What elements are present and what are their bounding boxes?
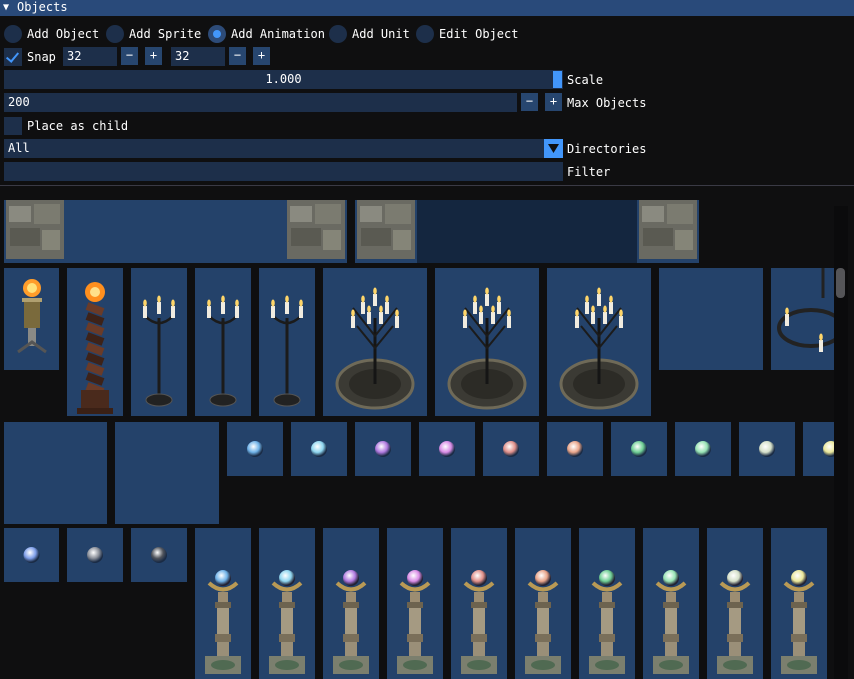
radio-label: Add Sprite [129, 27, 202, 41]
palette-item-orb-pedestal-sprite[interactable] [451, 528, 507, 679]
snap-y-input[interactable]: 32 [171, 47, 225, 66]
palette-item-candelabra-sprite[interactable] [259, 268, 315, 416]
scale-slider[interactable]: 1.000 [4, 70, 563, 89]
palette-item-candle-tree-sprite[interactable] [323, 268, 427, 416]
palette-item-mint-orb-sprite[interactable] [675, 422, 731, 476]
radio-label: Add Animation [231, 27, 325, 41]
palette-item-orb-pedestal-sprite[interactable] [323, 528, 379, 679]
palette-item-white-orb-sprite[interactable] [739, 422, 795, 476]
max-objects-value: 200 [8, 95, 30, 109]
palette-item-chandelier-sprite[interactable] [771, 268, 834, 370]
filter-input[interactable] [4, 162, 563, 181]
objects-window-titlebar[interactable]: ▼ Objects [0, 0, 854, 16]
scrollbar-thumb[interactable] [836, 268, 845, 298]
filter-label: Filter [567, 165, 611, 179]
palette-item-dark-orb-sprite[interactable] [131, 528, 187, 582]
palette-item-orb-pedestal-sprite[interactable] [771, 528, 827, 679]
palette-item-cyan-orb-sprite[interactable] [291, 422, 347, 476]
palette-item-empty-tile[interactable] [115, 422, 219, 524]
palette-item-magenta-orb-sprite[interactable] [419, 422, 475, 476]
place-as-child-label: Place as child [27, 119, 129, 133]
palette-item-orb-pedestal-sprite[interactable] [259, 528, 315, 679]
snap-x-input[interactable]: 32 [63, 47, 117, 66]
snap-checkbox[interactable] [4, 48, 22, 66]
palette-item-stone-wall-sprite[interactable] [4, 200, 347, 263]
palette-item-candelabra-sprite[interactable] [195, 268, 251, 416]
palette-item-blue-orb-sprite[interactable] [4, 528, 59, 582]
directories-combo[interactable]: All [4, 139, 563, 158]
palette-scrollbar[interactable] [834, 206, 848, 679]
place-as-child-checkbox[interactable] [4, 117, 22, 135]
palette-item-empty-tile[interactable] [4, 422, 107, 524]
directories-label: Directories [567, 142, 647, 156]
max-objects-label: Max Objects [567, 96, 647, 110]
radio-label: Edit Object [439, 27, 519, 41]
snap-y-plus-button[interactable]: + [253, 47, 270, 65]
palette-item-orb-pedestal-sprite[interactable] [579, 528, 635, 679]
palette-item-orb-pedestal-sprite[interactable] [643, 528, 699, 679]
palette-item-orb-pedestal-sprite[interactable] [195, 528, 251, 679]
palette-item-stone-wall-dark-sprite[interactable] [355, 200, 699, 263]
palette-item-twisted-torch-pillar-sprite[interactable] [67, 268, 123, 416]
triangle-down-icon[interactable]: ▼ [3, 0, 9, 15]
palette-item-candle-tree-sprite[interactable] [547, 268, 651, 416]
scale-value: 1.000 [265, 72, 302, 86]
snap-x-value: 32 [67, 49, 82, 63]
palette-item-candle-tree-sprite[interactable] [435, 268, 539, 416]
snap-y-value: 32 [175, 49, 190, 63]
triangle-down-icon [548, 144, 559, 153]
snap-y-minus-button[interactable]: − [229, 47, 246, 65]
max-objects-input[interactable]: 200 [4, 93, 517, 112]
object-palette-grid[interactable] [0, 200, 834, 679]
radio-label: Add Unit [352, 27, 410, 41]
window-title: Objects [17, 0, 68, 14]
palette-item-yellow-orb-sprite[interactable] [803, 422, 834, 476]
scale-label: Scale [567, 73, 604, 87]
mode-radio-group: Add Object Add Sprite Add Animation Add … [4, 24, 850, 44]
max-objects-minus-button[interactable]: − [521, 93, 538, 111]
palette-item-orange-orb-sprite[interactable] [483, 422, 539, 476]
radio-label: Add Object [27, 27, 100, 41]
combo-arrow-button[interactable] [544, 139, 563, 158]
palette-item-orb-pedestal-sprite[interactable] [515, 528, 571, 679]
palette-item-empty-tile[interactable] [659, 268, 763, 370]
separator [0, 185, 854, 186]
snap-label: Snap [27, 50, 56, 64]
palette-item-green-orb-sprite[interactable] [611, 422, 667, 476]
max-objects-plus-button[interactable]: + [545, 93, 562, 111]
snap-x-minus-button[interactable]: − [121, 47, 138, 65]
palette-item-orb-pedestal-sprite[interactable] [707, 528, 763, 679]
snap-x-plus-button[interactable]: + [145, 47, 162, 65]
palette-item-candelabra-sprite[interactable] [131, 268, 187, 416]
palette-item-blue-orb-sprite[interactable] [227, 422, 283, 476]
palette-item-grey-orb-sprite[interactable] [67, 528, 123, 582]
palette-item-brazier-sprite[interactable] [4, 268, 59, 370]
directories-value: All [8, 141, 30, 155]
slider-grab-handle[interactable] [553, 71, 562, 88]
palette-item-peach-orb-sprite[interactable] [547, 422, 603, 476]
palette-item-purple-orb-sprite[interactable] [355, 422, 411, 476]
palette-item-orb-pedestal-sprite[interactable] [387, 528, 443, 679]
